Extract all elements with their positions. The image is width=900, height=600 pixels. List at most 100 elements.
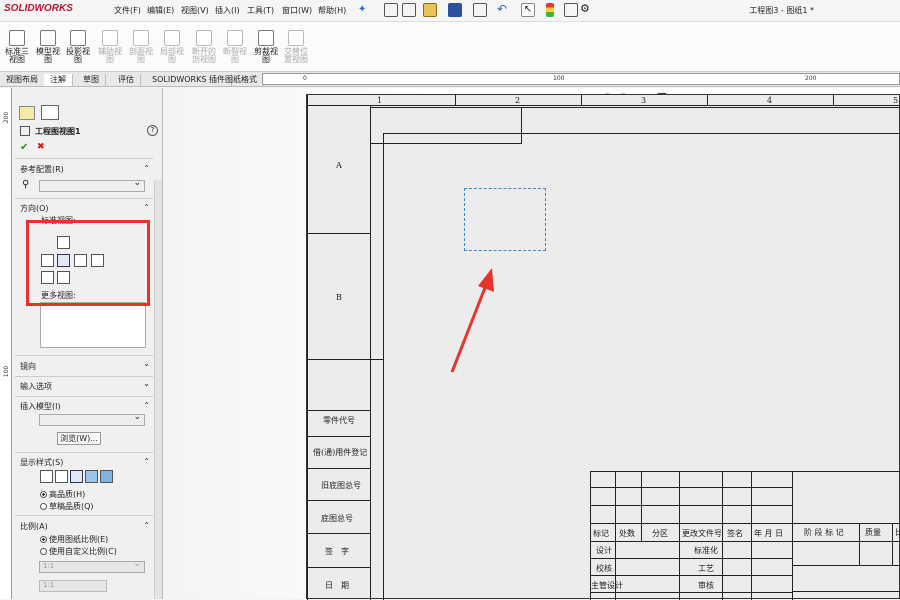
draft-quality-radio[interactable]: 草稿品质(Q) <box>40 501 94 512</box>
section-orientation[interactable]: 方向(O) <box>20 203 49 214</box>
border-line <box>370 106 371 600</box>
command-icon <box>133 30 149 46</box>
left-table-label: 借(通)用件登记 <box>313 448 368 457</box>
ruler-label: 0 <box>303 75 307 82</box>
print-icon[interactable] <box>473 3 487 17</box>
column-label: 4 <box>767 96 773 105</box>
feature-tree-tab-icon[interactable] <box>19 106 35 120</box>
command-button-1[interactable]: 模型视 图 <box>34 30 62 64</box>
command-button-9[interactable]: 交替位 置视图 <box>282 30 310 64</box>
table-line <box>307 500 371 501</box>
border-line <box>707 95 708 106</box>
chevron-up-icon[interactable]: ⌃ <box>143 457 150 466</box>
menu-tools[interactable]: 工具(T) <box>247 5 274 16</box>
command-button-8[interactable]: 剪裁视 图 <box>252 30 280 64</box>
home-icon[interactable] <box>384 3 398 17</box>
section-insert-model[interactable]: 插入模型(I) <box>20 401 61 412</box>
high-quality-label: 高品质(H) <box>49 490 86 499</box>
command-label: 投影视 图 <box>66 47 90 64</box>
options-gear-icon[interactable]: ⚙ <box>580 3 594 17</box>
command-label: 辅助视 图 <box>98 47 122 64</box>
command-icon <box>102 30 118 46</box>
drawing-sheet[interactable]: 1 2 3 4 5 A B 零件代号 借(通)用件登记 旧底图总号 底图总号 签… <box>306 94 900 600</box>
scale-select[interactable]: 1:1 <box>39 559 145 573</box>
new-document-icon[interactable] <box>402 3 416 17</box>
chevron-down-icon[interactable]: ⌄ <box>143 359 150 368</box>
browse-button[interactable]: 浏览(W)... <box>57 432 101 445</box>
save-icon[interactable] <box>448 3 462 17</box>
section-mirror[interactable]: 镜向 <box>20 361 36 372</box>
command-button-2[interactable]: 投影视 图 <box>64 30 92 64</box>
property-manager-panel: 工程图视图1 ? ✔ ✖ 参考配置(R) ⌃ ⚲ 方向(O) ⌃ 标准视图: 更… <box>13 88 163 599</box>
cancel-x-icon[interactable]: ✖ <box>37 142 45 152</box>
reference-config-select[interactable] <box>39 178 145 192</box>
undo-icon[interactable]: ↶ <box>497 3 511 17</box>
select-cursor-icon[interactable]: ↖ <box>521 3 535 17</box>
command-button-0[interactable]: 标准三 视图 <box>3 30 31 64</box>
hidden-visible-style-button[interactable] <box>55 470 68 483</box>
help-icon[interactable]: ? <box>147 125 158 136</box>
command-button-7[interactable]: 断裂视 图 <box>221 30 249 64</box>
command-label: 局部视 图 <box>160 47 184 64</box>
insert-model-select[interactable] <box>39 412 145 426</box>
title-block-mid-label: 标准化 <box>694 546 718 555</box>
column-label: 1 <box>377 96 383 105</box>
divider <box>15 396 153 397</box>
tab-view-layout[interactable]: 视图布局 <box>0 74 45 86</box>
shaded-edges-style-button[interactable] <box>85 470 98 483</box>
border-line <box>455 95 456 106</box>
command-button-5[interactable]: 局部视 图 <box>158 30 186 64</box>
shaded-style-button[interactable] <box>100 470 113 483</box>
section-display-style[interactable]: 显示样式(S) <box>20 457 63 468</box>
high-quality-radio[interactable]: 高品质(H) <box>40 489 85 500</box>
chevron-up-icon[interactable]: ⌃ <box>143 521 150 530</box>
command-icon <box>70 30 86 46</box>
use-sheet-scale-radio[interactable]: 使用图纸比例(E) <box>40 534 108 545</box>
command-button-3[interactable]: 辅助视 图 <box>96 30 124 64</box>
panel-scrollbar[interactable] <box>154 180 162 599</box>
tab-evaluate[interactable]: 评估 <box>112 74 141 86</box>
use-custom-scale-radio[interactable]: 使用自定义比例(C) <box>40 546 117 557</box>
hidden-removed-style-button[interactable] <box>70 470 83 483</box>
tab-sheet-format[interactable]: 图纸格式 <box>219 74 264 86</box>
tab-sketch[interactable]: 草图 <box>77 74 106 86</box>
wireframe-style-button[interactable] <box>40 470 53 483</box>
frame-line <box>521 107 522 144</box>
menu-file[interactable]: 文件(F) <box>114 5 141 16</box>
chevron-up-icon[interactable]: ⌃ <box>143 203 150 212</box>
property-manager-tab-icon[interactable] <box>41 105 59 120</box>
tab-annotation[interactable]: 注解 <box>44 74 73 86</box>
menu-window[interactable]: 窗口(W) <box>282 5 312 16</box>
command-button-6[interactable]: 断开的 剖视图 <box>190 30 218 64</box>
panel-title: 工程图视图1 <box>35 127 81 136</box>
scale-input[interactable]: 1:1 <box>39 580 107 592</box>
ruler-label: 100 <box>3 365 11 378</box>
border-line <box>581 95 582 106</box>
open-folder-icon[interactable] <box>423 3 437 17</box>
command-label: 剖面视 图 <box>129 47 153 64</box>
chevron-up-icon[interactable]: ⌃ <box>143 164 150 173</box>
title-block-row-label: 主管设计 <box>591 581 623 590</box>
menu-view[interactable]: 视图(V) <box>181 5 209 16</box>
border-line <box>307 105 900 106</box>
title-block-line <box>590 471 900 472</box>
menu-insert[interactable]: 插入(I) <box>215 5 240 16</box>
menu-help[interactable]: 帮助(H) <box>318 5 346 16</box>
rebuild-traffic-light-icon[interactable] <box>546 3 554 17</box>
more-views-list[interactable] <box>40 302 146 348</box>
view-preview-box <box>464 188 546 251</box>
section-import-options[interactable]: 输入选项 <box>20 381 52 392</box>
title-block-line <box>590 487 792 488</box>
menu-edit[interactable]: 编辑(E) <box>147 5 174 16</box>
chevron-down-icon[interactable]: ⌄ <box>143 379 150 388</box>
ok-check-icon[interactable]: ✔ <box>20 142 28 153</box>
command-label: 交替位 置视图 <box>284 47 308 64</box>
section-scale[interactable]: 比例(A) <box>20 521 48 532</box>
file-properties-icon[interactable] <box>564 3 578 17</box>
border-line <box>307 95 308 600</box>
title-block-right-header: 阶 段 标 记 <box>804 528 844 537</box>
section-reference-config[interactable]: 参考配置(R) <box>20 164 64 175</box>
command-button-4[interactable]: 剖面视 图 <box>127 30 155 64</box>
pin-icon[interactable]: ✦ <box>358 4 366 15</box>
chevron-up-icon[interactable]: ⌃ <box>143 401 150 410</box>
